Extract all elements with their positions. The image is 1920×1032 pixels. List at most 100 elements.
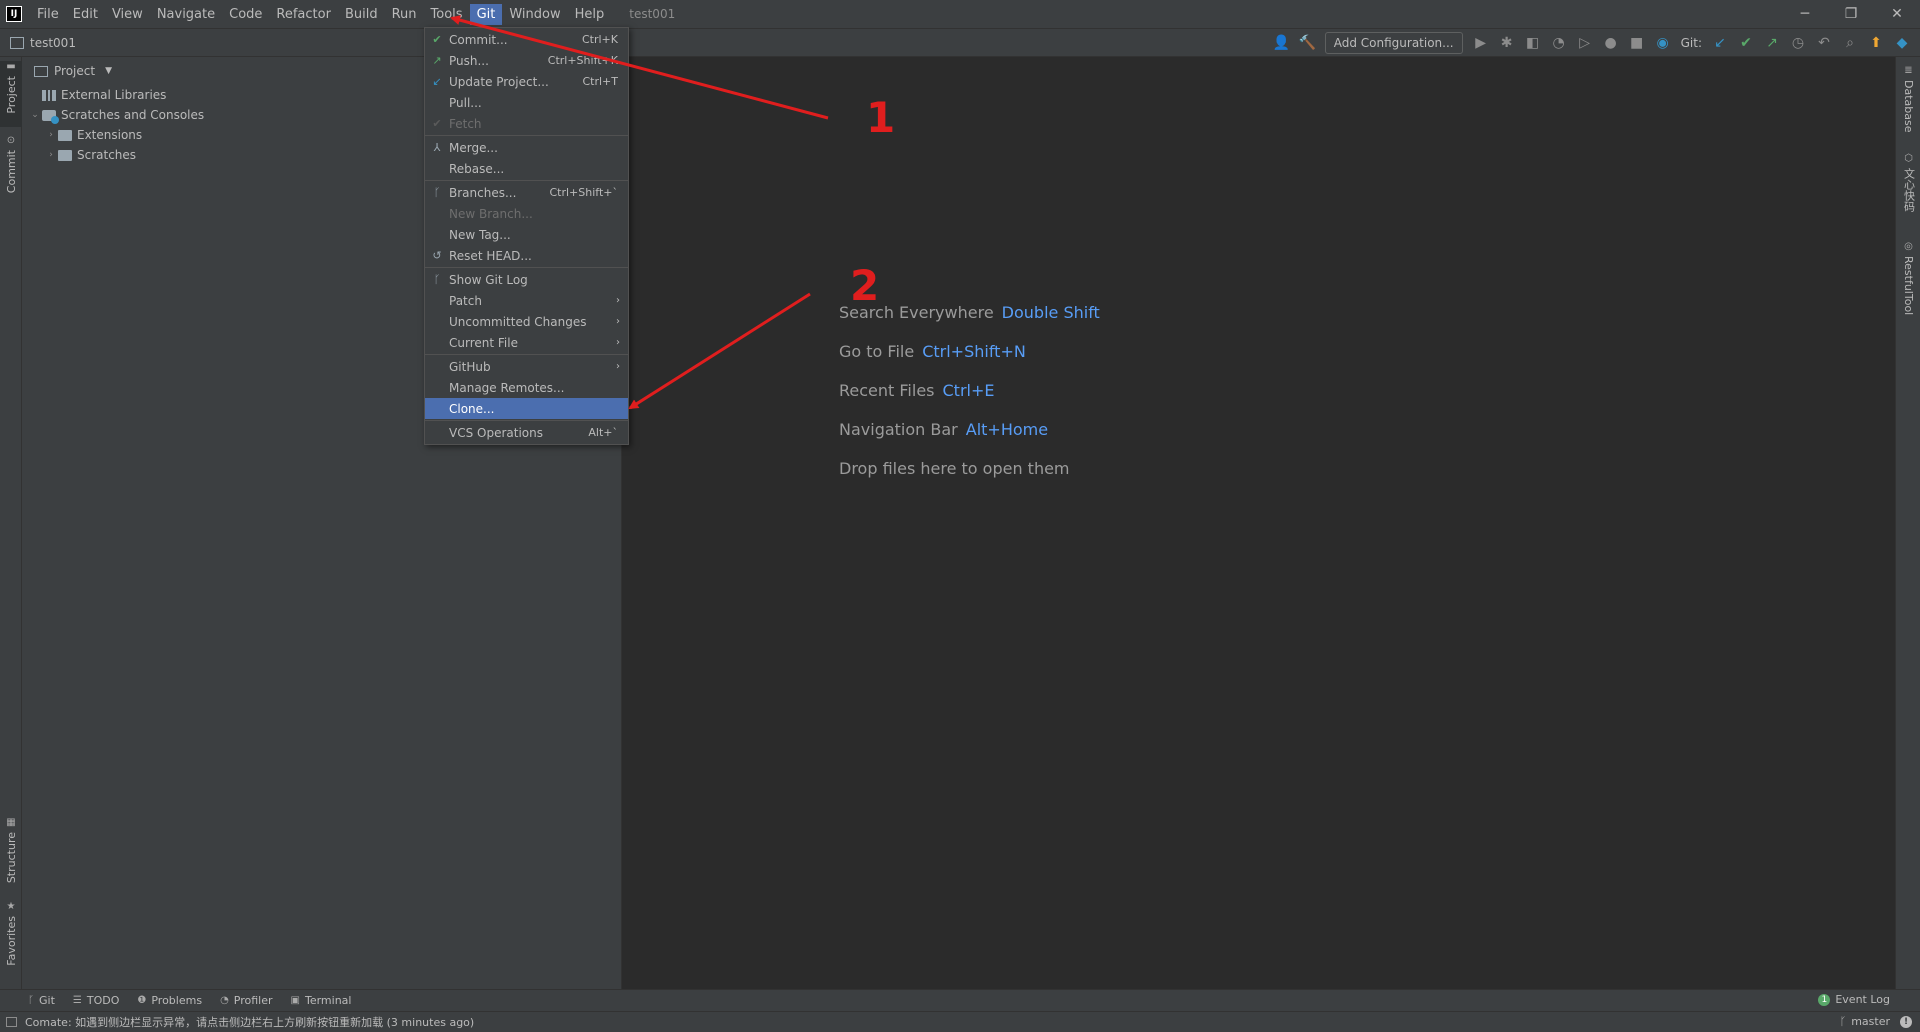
menu-item-label: Reset HEAD... — [449, 248, 532, 263]
menu-help[interactable]: Help — [568, 4, 612, 25]
check-icon: ✔ — [432, 33, 442, 46]
search-icon[interactable]: ⌕ — [1842, 35, 1858, 51]
git-menu-uncommitted-changes[interactable]: Uncommitted Changes › — [425, 311, 628, 332]
git-branch-widget[interactable]: ᚴ master — [1840, 1015, 1890, 1028]
event-log-tab[interactable]: 1 Event Log — [1818, 993, 1890, 1006]
folder-icon — [58, 129, 72, 141]
menu-code[interactable]: Code — [222, 4, 269, 25]
user-icon[interactable]: 👤 — [1273, 35, 1290, 51]
git-menu-pull[interactable]: Pull... — [425, 92, 628, 113]
menu-run[interactable]: Run — [385, 4, 424, 25]
git-update-icon[interactable]: ↙ — [1712, 35, 1728, 51]
event-log-label: Event Log — [1835, 993, 1890, 1006]
git-menu-fetch[interactable]: ✔ Fetch — [425, 113, 628, 134]
git-menu-clone[interactable]: Clone... — [425, 398, 628, 419]
hint-text: Recent Files — [839, 381, 935, 400]
ide-plugin-icon[interactable]: ◆ — [1894, 35, 1910, 51]
add-configuration-button[interactable]: Add Configuration... — [1324, 32, 1463, 54]
tool-tab-favorites[interactable]: ★ Favorites — [0, 901, 22, 977]
status-message[interactable]: Comate: 如遇到侧边栏显示异常，请点击侧边栏右上方刷新按钮重新加载 (3 … — [25, 1014, 474, 1030]
restore-button[interactable]: ❐ — [1828, 0, 1874, 28]
scratches-icon — [42, 109, 59, 124]
record-icon[interactable]: ● — [1603, 35, 1619, 51]
git-commit-icon[interactable]: ✔ — [1738, 35, 1754, 51]
menu-item-label: Show Git Log — [449, 272, 528, 287]
menu-tools[interactable]: Tools — [424, 4, 470, 25]
menu-view[interactable]: View — [105, 4, 150, 25]
git-menu-branches[interactable]: ᚴ Branches... Ctrl+Shift+` — [425, 182, 628, 203]
menu-git[interactable]: Git — [469, 3, 503, 25]
git-menu-show-git-log[interactable]: ᚴ Show Git Log — [425, 269, 628, 290]
hint-text: Search Everywhere — [839, 303, 994, 322]
run-target-icon[interactable]: ▷ — [1577, 35, 1593, 51]
stop-icon[interactable]: ■ — [1629, 35, 1645, 51]
git-menu-new-tag[interactable]: New Tag... — [425, 224, 628, 245]
breadcrumb[interactable]: test001 — [30, 36, 76, 50]
main-toolbar: 👤 🔨 Add Configuration... ▶ ✱ ◧ ◔ ▷ ● ■ ◉… — [1273, 29, 1910, 57]
bottom-tab-git[interactable]: ᚴ Git — [28, 994, 55, 1007]
git-menu-vcs-operations[interactable]: VCS Operations Alt+` — [425, 422, 628, 443]
debug-icon[interactable]: ✱ — [1499, 35, 1515, 51]
tool-tab-project[interactable]: ▬ Project — [0, 61, 22, 127]
library-icon — [42, 89, 56, 101]
run-icon[interactable]: ▶ — [1473, 35, 1489, 51]
git-menu-reset-head[interactable]: ↺ Reset HEAD... — [425, 245, 628, 266]
menu-item-shortcut: Ctrl+Shift+` — [549, 186, 618, 199]
profile-icon[interactable]: ◔ — [1551, 35, 1567, 51]
notifications-icon[interactable]: ! — [1900, 1016, 1912, 1028]
menu-window[interactable]: Window — [502, 4, 567, 25]
coverage-icon[interactable]: ◧ — [1525, 35, 1541, 51]
reset-icon: ↺ — [432, 249, 442, 262]
git-menu-patch[interactable]: Patch › — [425, 290, 628, 311]
git-menu-current-file[interactable]: Current File › — [425, 332, 628, 353]
code-with-me-icon[interactable]: ◉ — [1655, 35, 1671, 51]
git-menu-manage-remotes[interactable]: Manage Remotes... — [425, 377, 628, 398]
minimize-button[interactable]: ─ — [1782, 0, 1828, 28]
left-tool-stripe: ▬ Project ⊙ Commit ▦ Structure ★ Favorit… — [0, 57, 22, 989]
menu-build[interactable]: Build — [338, 4, 385, 25]
git-menu-rebase[interactable]: Rebase... — [425, 158, 628, 179]
tool-tab-restfultool[interactable]: ◎ RestfulTool — [1896, 241, 1920, 331]
bottom-tab-problems[interactable]: ❶ Problems — [137, 994, 202, 1007]
menu-edit[interactable]: Edit — [66, 4, 105, 25]
menu-refactor[interactable]: Refactor — [269, 4, 338, 25]
expander-icon[interactable]: › — [44, 150, 58, 160]
merge-icon: ⅄ — [433, 141, 441, 154]
git-history-icon[interactable]: ◷ — [1790, 35, 1806, 51]
bottom-tab-todo[interactable]: ☰ TODO — [73, 994, 119, 1007]
bottom-tab-profiler[interactable]: ◔ Profiler — [220, 994, 272, 1007]
menu-separator — [425, 354, 628, 355]
menu-file[interactable]: File — [30, 4, 66, 25]
bottom-tab-terminal[interactable]: ▣ Terminal — [291, 994, 352, 1007]
git-menu-new-branch[interactable]: New Branch... — [425, 203, 628, 224]
profiler-icon: ◔ — [220, 995, 229, 1006]
git-toolbar-label: Git: — [1680, 36, 1702, 50]
git-rollback-icon[interactable]: ↶ — [1816, 35, 1832, 51]
close-button[interactable]: ✕ — [1874, 0, 1920, 28]
fetch-icon: ✔ — [432, 117, 442, 130]
submenu-arrow-icon: › — [616, 316, 620, 327]
tool-tab-structure[interactable]: ▦ Structure — [0, 817, 22, 893]
app-logo-icon[interactable]: IJ — [6, 6, 22, 22]
expander-icon[interactable]: ⌄ — [28, 110, 42, 120]
menu-navigate[interactable]: Navigate — [150, 4, 222, 25]
tool-tab-database[interactable]: ≣ Database — [1896, 65, 1920, 145]
git-menu-commit[interactable]: ✔ Commit... Ctrl+K — [425, 29, 628, 50]
git-menu-push[interactable]: ↗ Push... Ctrl+Shift+K — [425, 50, 628, 71]
git-menu-github[interactable]: GitHub › — [425, 356, 628, 377]
tool-tab-commit[interactable]: ⊙ Commit — [0, 135, 22, 201]
update-available-icon[interactable]: ⬆ — [1868, 35, 1884, 51]
expander-icon[interactable]: › — [44, 130, 58, 140]
bottom-tab-label: Problems — [151, 994, 203, 1007]
build-hammer-icon[interactable]: 🔨 — [1299, 35, 1316, 51]
chevron-down-icon[interactable]: ▼ — [105, 66, 112, 76]
comate-icon: ⬡ — [1904, 153, 1913, 164]
git-push-icon[interactable]: ↗ — [1764, 35, 1780, 51]
main-menu: File Edit View Navigate Code Refactor Build Run… — [30, 3, 612, 25]
hint-text: Navigation Bar — [839, 420, 958, 439]
tool-tab-comate[interactable]: ⬡ 文心快码 — [1896, 153, 1920, 233]
panel-toggle-icon[interactable] — [6, 1017, 17, 1027]
project-view-icon — [34, 65, 48, 77]
git-menu-merge[interactable]: ⅄ Merge... — [425, 137, 628, 158]
git-menu-update-project[interactable]: ↙ Update Project... Ctrl+T — [425, 71, 628, 92]
